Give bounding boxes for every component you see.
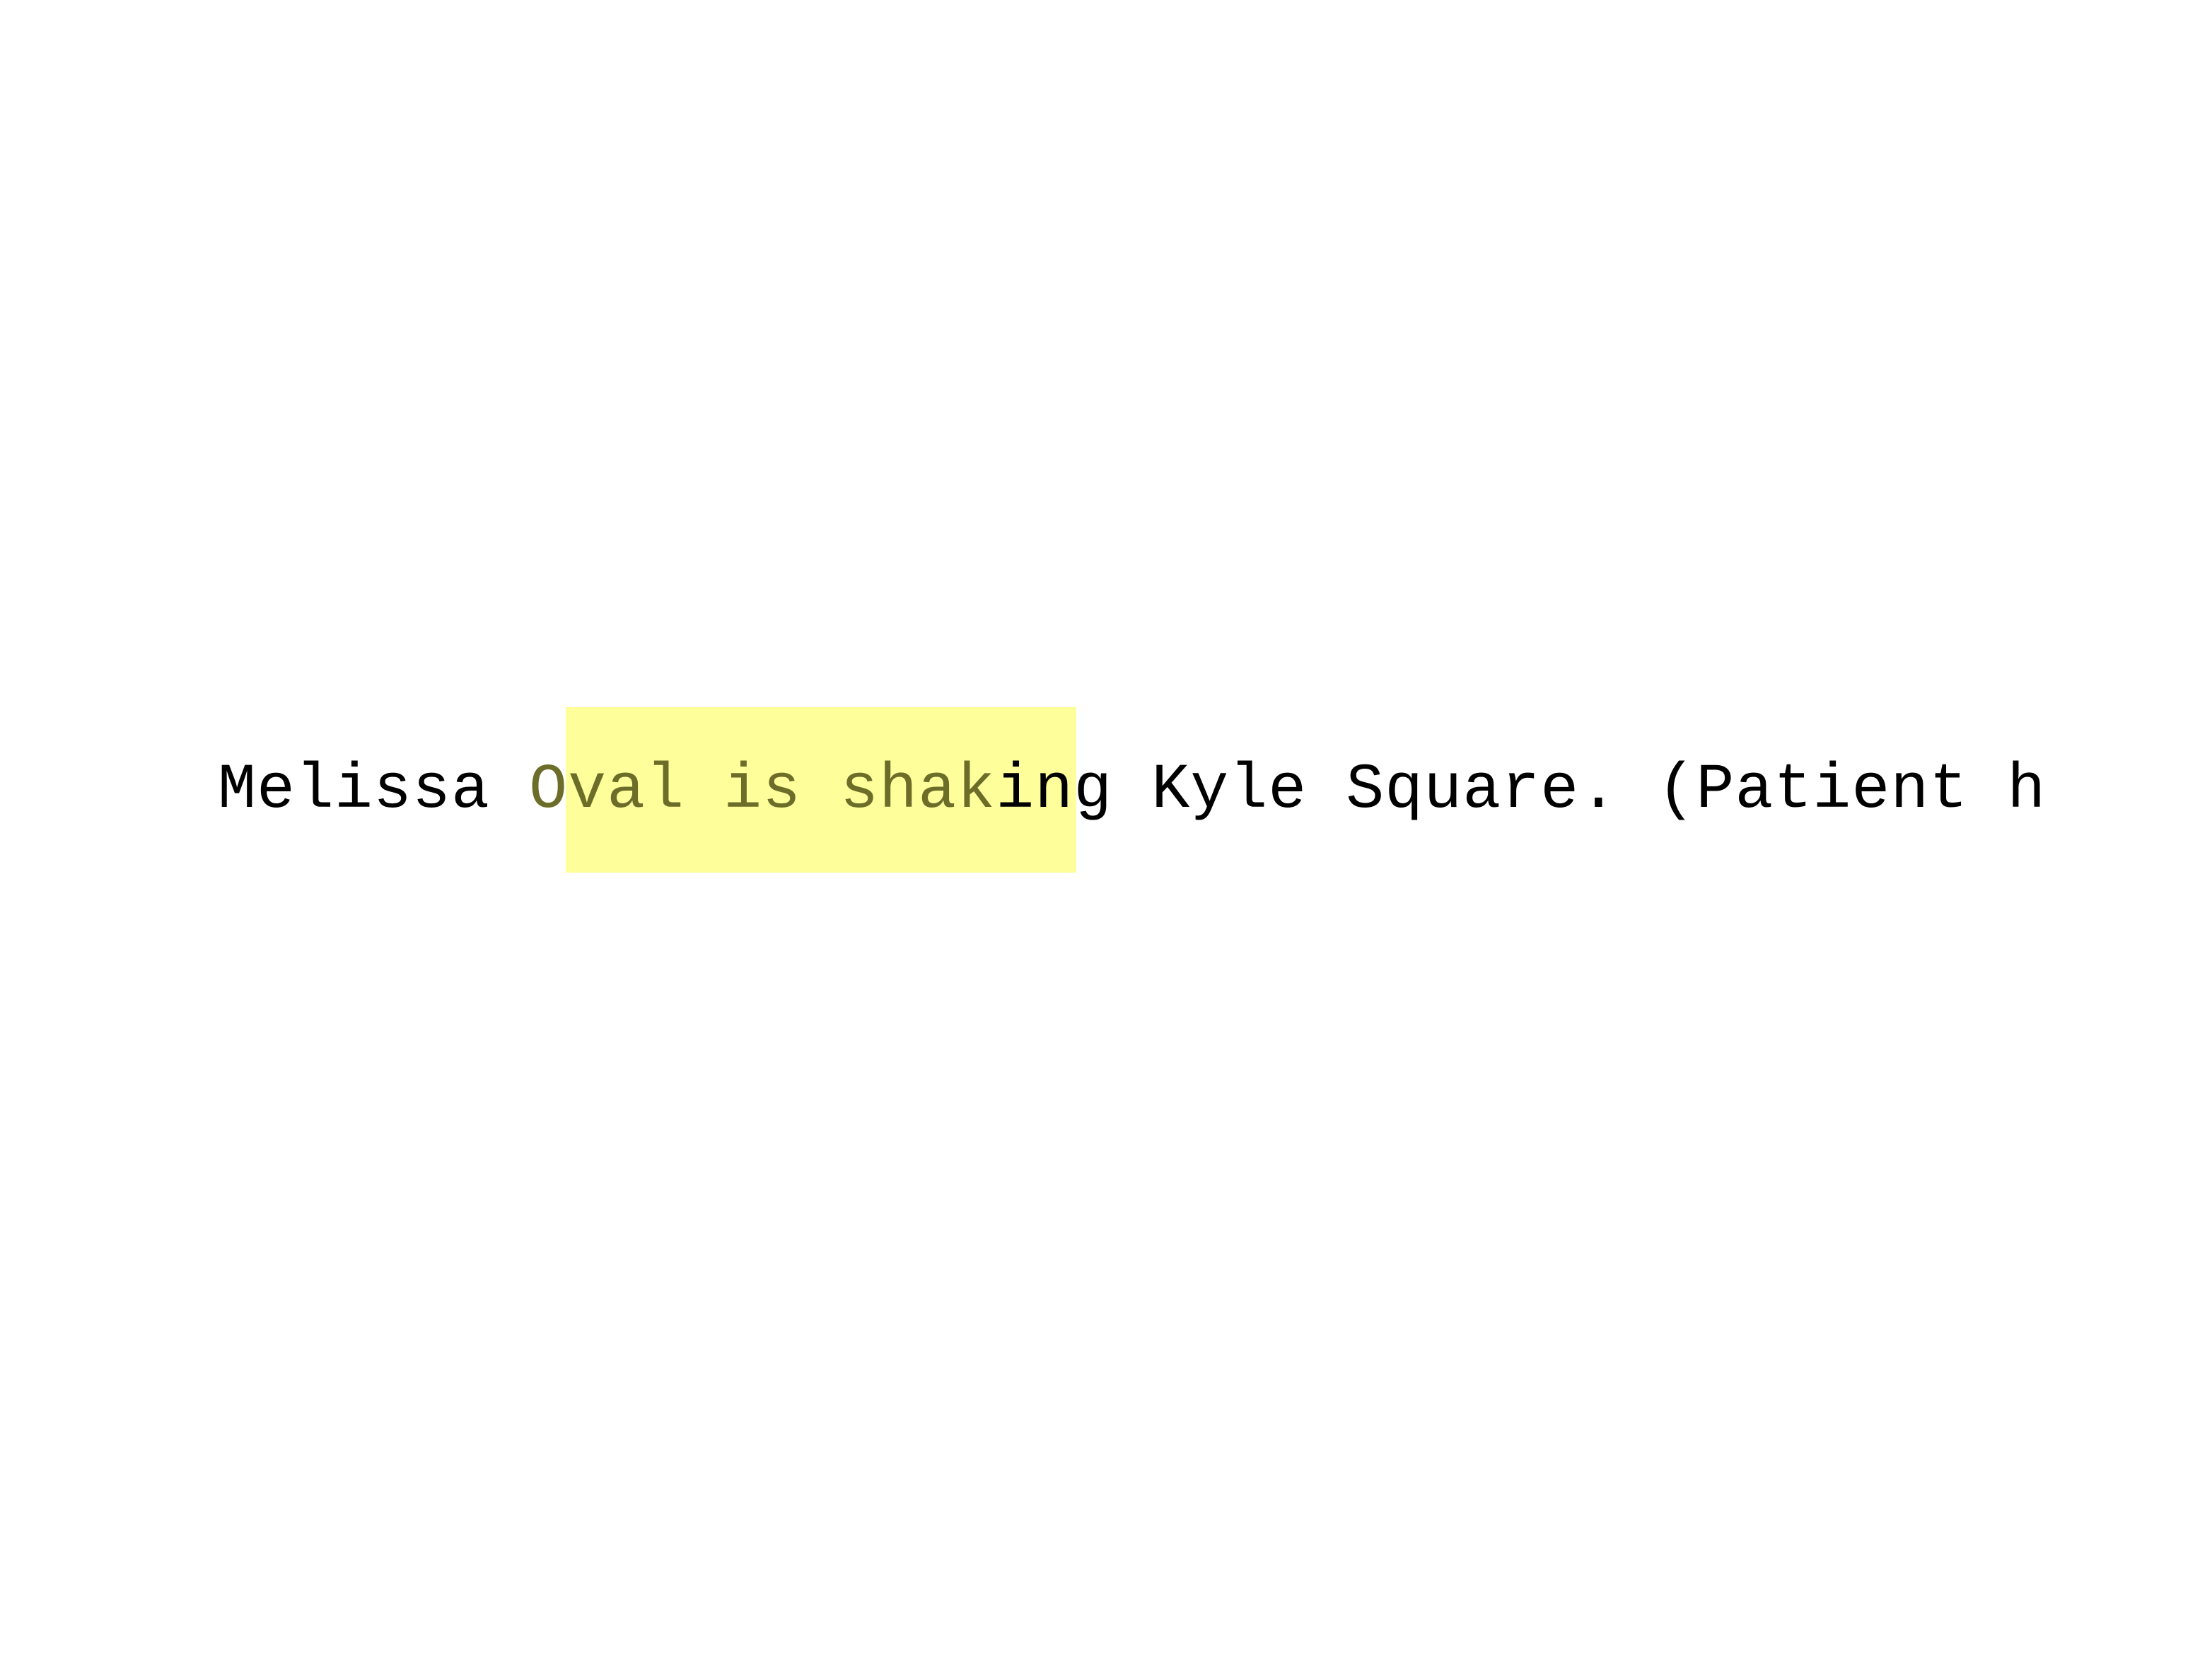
- text-after-highlight: ing Kyle Square. (Patient h: [996, 755, 2047, 827]
- text-line: Melissa Oval is shaking Kyle Square. (Pa…: [218, 750, 2046, 832]
- document-page: Melissa Oval is shaking Kyle Square. (Pa…: [0, 0, 2212, 1659]
- highlighted-text: Oval is shak: [529, 755, 996, 827]
- text-before-highlight: Melissa: [218, 755, 530, 827]
